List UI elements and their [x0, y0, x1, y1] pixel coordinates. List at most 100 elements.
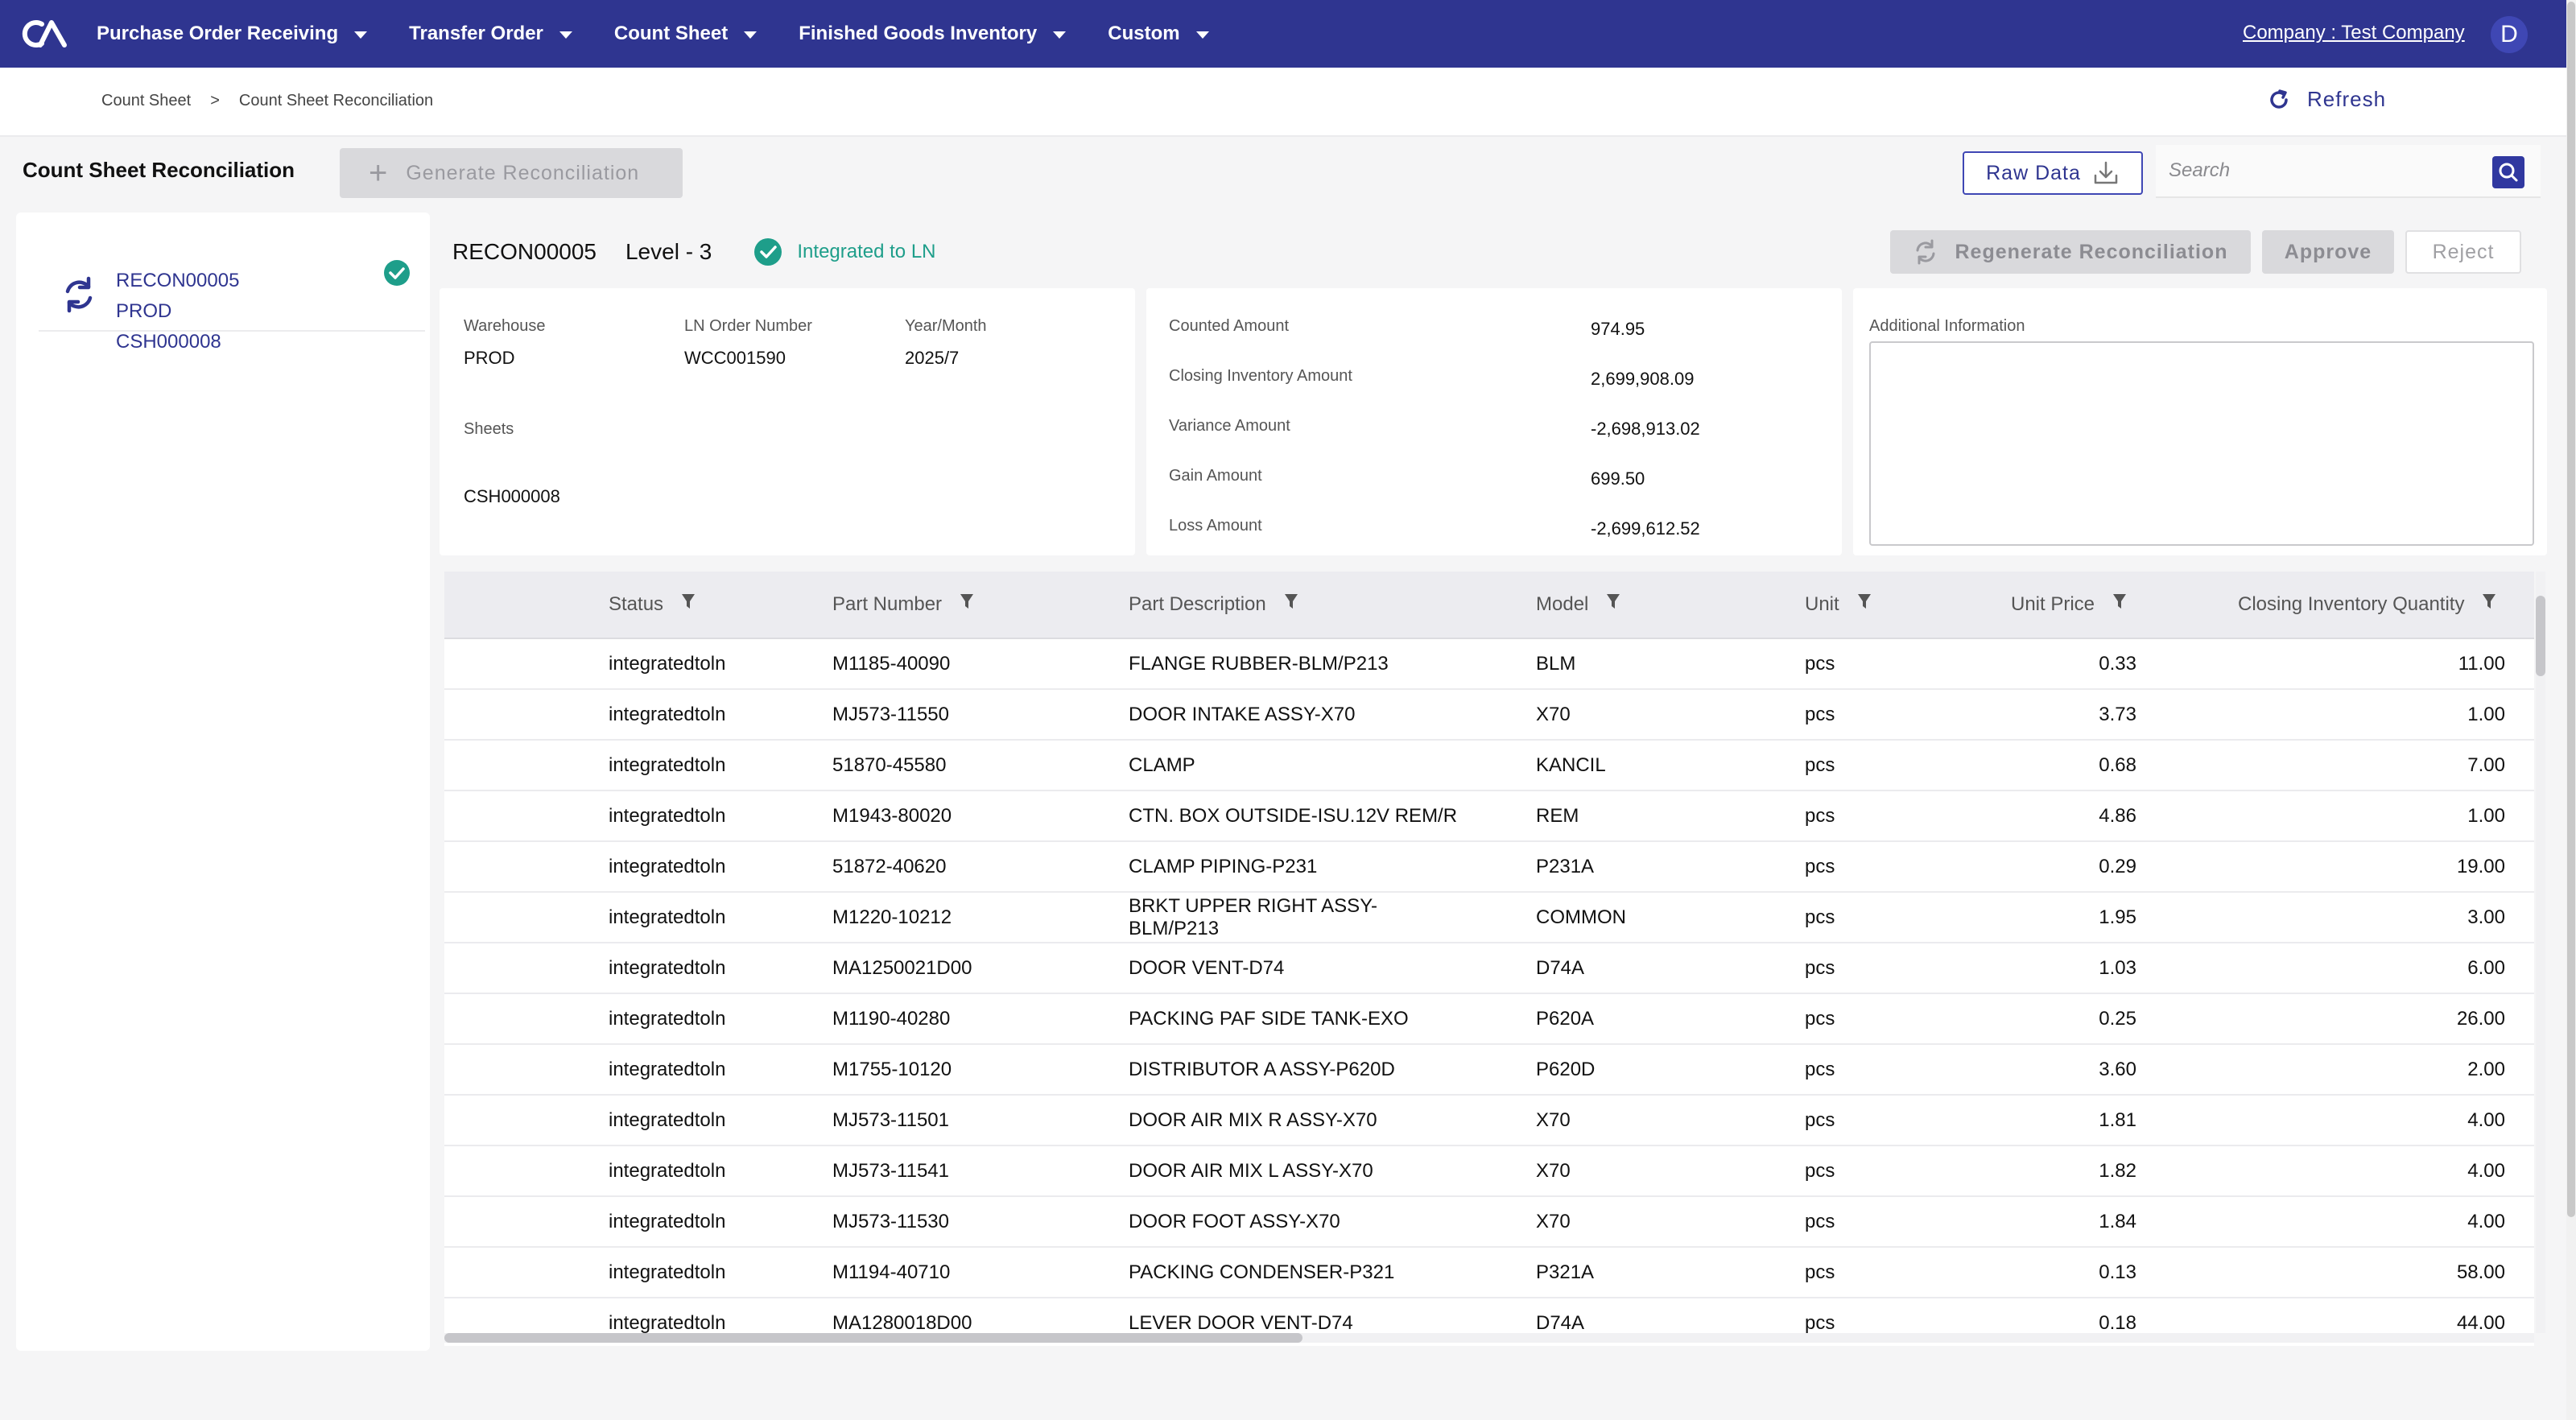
- cell-part-number: MJ573-11541: [832, 1160, 949, 1182]
- amounts-card: Counted Amount 974.95 Closing Inventory Am…: [1146, 288, 1842, 555]
- column-header-unit[interactable]: Unit: [1805, 592, 1872, 616]
- year-month-label: Year/Month: [905, 317, 987, 335]
- nav-item-purchase-order-receiving[interactable]: Purchase Order Receiving: [97, 23, 368, 45]
- amount-label: Counted Amount: [1169, 317, 1289, 335]
- user-avatar[interactable]: D: [2491, 16, 2528, 53]
- filter-icon[interactable]: [2482, 592, 2496, 616]
- cell-model: D74A: [1536, 1312, 1585, 1334]
- table-row[interactable]: integratedtoln M1943-80020 CTN. BOX OUTSID…: [444, 791, 2534, 842]
- list-item-text: RECON00005 PROD CSH000008: [116, 266, 239, 357]
- table-row[interactable]: integratedtoln M1755-10120 DISTRIBUTOR A A…: [444, 1045, 2534, 1096]
- scroll-thumb[interactable]: [2536, 596, 2545, 676]
- reject-button[interactable]: Reject: [2405, 230, 2521, 274]
- cell-unit-price: 3.60: [2099, 1059, 2136, 1080]
- approve-button[interactable]: Approve: [2262, 230, 2394, 274]
- nav-item-finished-goods-inventory[interactable]: Finished Goods Inventory: [799, 23, 1067, 45]
- reconciliation-list: RECON00005 PROD CSH000008: [16, 213, 430, 1351]
- cell-model: BLM: [1536, 653, 1576, 675]
- app-logo-icon[interactable]: [21, 16, 69, 52]
- page-scrollbar[interactable]: [2566, 0, 2576, 1420]
- chevron-down-icon: [354, 31, 368, 39]
- column-header-part-number[interactable]: Part Number: [832, 592, 974, 616]
- filter-icon[interactable]: [1857, 592, 1872, 616]
- breadcrumb-count-sheet[interactable]: Count Sheet: [101, 92, 191, 110]
- table-row[interactable]: integratedtoln M1185-40090 FLANGE RUBBER-B…: [444, 639, 2534, 690]
- table-row[interactable]: integratedtoln 51870-45580 CLAMP KANCIL pcs 0…: [444, 741, 2534, 791]
- column-header-closing-inventory-quantity[interactable]: Closing Inventory Quantity: [2238, 592, 2496, 616]
- cell-part-number: M1943-80020: [832, 805, 952, 827]
- cell-model: D74A: [1536, 957, 1585, 979]
- page-title: Count Sheet Reconciliation: [23, 158, 295, 182]
- cell-status: integratedtoln: [609, 1261, 726, 1283]
- scroll-thumb[interactable]: [444, 1333, 1302, 1343]
- company-link[interactable]: Company : Test Company: [2243, 22, 2465, 44]
- refresh-button[interactable]: Refresh: [2267, 87, 2386, 112]
- table-row[interactable]: integratedtoln MJ573-11550 DOOR INTAKE ASS…: [444, 690, 2534, 741]
- cell-unit-price: 1.03: [2099, 957, 2136, 979]
- table-row[interactable]: integratedtoln 51872-40620 CLAMP PIPING-P2…: [444, 842, 2534, 893]
- list-item[interactable]: RECON00005 PROD CSH000008: [39, 245, 425, 353]
- cell-model: X70: [1536, 704, 1571, 725]
- chevron-down-icon: [1195, 31, 1209, 39]
- cell-closing-quantity: 26.00: [2456, 1008, 2505, 1030]
- cell-closing-quantity: 7.00: [2467, 754, 2505, 776]
- search-button[interactable]: [2492, 156, 2524, 188]
- ln-order-label: LN Order Number: [684, 317, 812, 335]
- generate-reconciliation-button[interactable]: + Generate Reconciliation: [340, 148, 683, 198]
- nav-item-custom[interactable]: Custom: [1108, 23, 1209, 45]
- search-input[interactable]: [2169, 155, 2491, 187]
- filter-icon[interactable]: [960, 592, 974, 616]
- filter-icon[interactable]: [1606, 592, 1620, 616]
- nav-item-count-sheet[interactable]: Count Sheet: [614, 23, 758, 45]
- table-row[interactable]: integratedtoln M1194-40710 PACKING CONDENS…: [444, 1248, 2534, 1298]
- horizontal-scrollbar[interactable]: [444, 1333, 2534, 1343]
- regenerate-reconciliation-button[interactable]: Regenerate Reconciliation: [1890, 230, 2251, 274]
- scroll-thumb[interactable]: [2567, 2, 2575, 1217]
- additional-info-field[interactable]: [1869, 341, 2534, 546]
- table-row[interactable]: integratedtoln MJ573-11530 DOOR FOOT ASSY-…: [444, 1197, 2534, 1248]
- table-row[interactable]: integratedtoln MJ573-11541 DOOR AIR MIX L …: [444, 1146, 2534, 1197]
- filter-icon[interactable]: [681, 592, 696, 616]
- cell-unit-price: 3.73: [2099, 704, 2136, 725]
- cell-part-number: M1190-40280: [832, 1008, 951, 1030]
- cell-model: P231A: [1536, 856, 1595, 877]
- list-item-id: RECON00005: [116, 270, 240, 291]
- generate-label: Generate Reconciliation: [406, 161, 640, 184]
- table-row[interactable]: integratedtoln MJ573-11501 DOOR AIR MIX R …: [444, 1096, 2534, 1146]
- filter-icon[interactable]: [1284, 592, 1298, 616]
- column-header-status[interactable]: Status: [609, 592, 696, 616]
- cell-unit: pcs: [1805, 1109, 1835, 1131]
- cell-closing-quantity: 58.00: [2456, 1261, 2505, 1283]
- nav-menu: Purchase Order Receiving Transfer Order Co…: [97, 0, 1251, 68]
- column-header-unit-price[interactable]: Unit Price: [2011, 592, 2127, 616]
- cell-unit: pcs: [1805, 805, 1835, 827]
- cell-status: integratedtoln: [609, 704, 726, 725]
- table-row[interactable]: integratedtoln MA1250021D00 DOOR VENT-D74 D…: [444, 943, 2534, 994]
- column-header-model[interactable]: Model: [1536, 592, 1620, 616]
- nav-item-label: Purchase Order Receiving: [97, 23, 339, 44]
- cell-closing-quantity: 1.00: [2467, 805, 2505, 827]
- cell-closing-quantity: 1.00: [2467, 704, 2505, 725]
- regenerate-label: Regenerate Reconciliation: [1955, 240, 2228, 263]
- column-header-part-description[interactable]: Part Description: [1129, 592, 1298, 616]
- download-icon: [2094, 161, 2118, 184]
- cell-part-description: DOOR VENT-D74: [1129, 957, 1285, 979]
- detail-recon-id: RECON00005: [452, 239, 597, 264]
- cell-unit: pcs: [1805, 1059, 1835, 1080]
- cell-part-description: CTN. BOX OUTSIDE-ISU.12V REM/R: [1129, 805, 1458, 827]
- table-row[interactable]: integratedtoln M1190-40280 PACKING PAF SID…: [444, 994, 2534, 1045]
- table-row[interactable]: integratedtoln M1220-10212 BRKT UPPER RIGH…: [444, 893, 2534, 943]
- cell-unit-price: 0.33: [2099, 653, 2136, 675]
- cell-unit: pcs: [1805, 957, 1835, 979]
- sheets-label: Sheets: [464, 420, 514, 438]
- warehouse-label: Warehouse: [464, 317, 546, 335]
- filter-icon[interactable]: [2112, 592, 2127, 616]
- raw-data-button[interactable]: Raw Data: [1963, 151, 2143, 195]
- additional-info-card: Additional Information: [1853, 288, 2547, 555]
- table-vertical-scrollbar[interactable]: [2536, 572, 2545, 1333]
- cell-unit: pcs: [1805, 1211, 1835, 1232]
- nav-item-transfer-order[interactable]: Transfer Order: [409, 23, 572, 45]
- cell-model: X70: [1536, 1109, 1571, 1131]
- cell-status: integratedtoln: [609, 1312, 726, 1334]
- cell-part-description: PACKING PAF SIDE TANK-EXO: [1129, 1008, 1409, 1030]
